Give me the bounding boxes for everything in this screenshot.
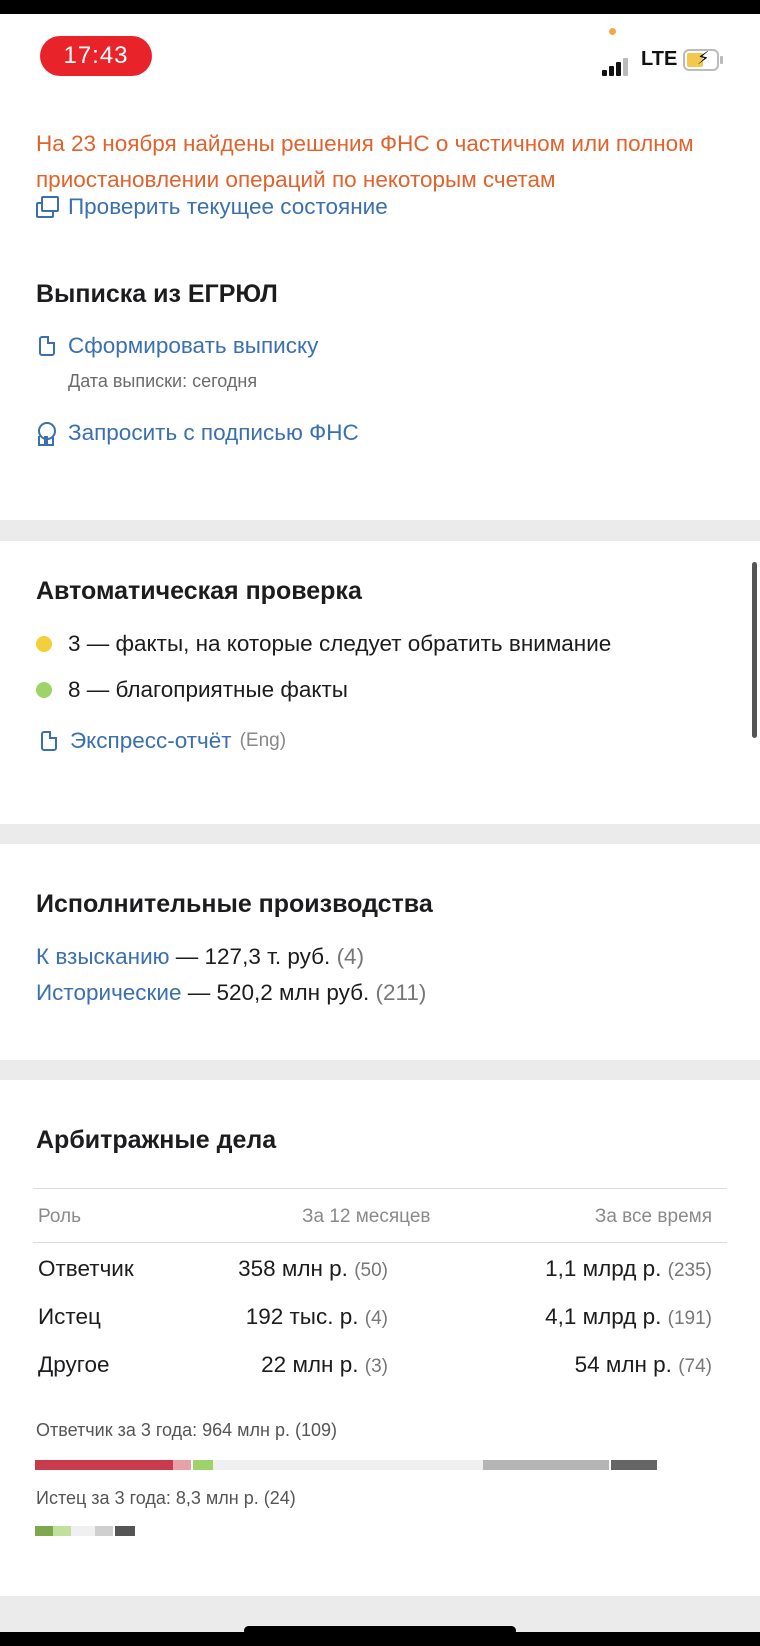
battery-tip — [720, 56, 723, 64]
defendant-all-value: 1,1 млрд р. — [545, 1256, 662, 1281]
to-recover-link[interactable]: К взысканию — [36, 944, 170, 969]
table-cell: 1,1 млрд р. (235) — [545, 1256, 712, 1282]
to-recover-count: (4) — [330, 944, 365, 969]
arbitration-card: Арбитражные дела Роль За 12 месяцев За в… — [0, 1080, 760, 1596]
status-bar: 17:43 LTE ⚡ — [0, 14, 760, 84]
plaintiff-all-value: 4,1 млрд р. — [545, 1304, 662, 1329]
attention-facts-item[interactable]: 3 — факты, на которые следует обратить в… — [36, 631, 611, 657]
plaintiff-summary: Истец за 3 года: 8,3 млн р. (24) — [36, 1488, 296, 1508]
table-divider — [33, 1242, 727, 1243]
enforcement-row: Исторические — 520,2 млн руб. (211) — [36, 980, 426, 1006]
battery-icon: ⚡ — [683, 49, 719, 71]
status-time: 17:43 — [40, 36, 152, 76]
historical-value: — 520,2 млн руб. — [181, 980, 370, 1005]
auto-check-title: Автоматическая проверка — [36, 577, 362, 605]
generate-extract-link[interactable]: Сформировать выписку — [36, 333, 318, 359]
header-all-time: За все время — [594, 1206, 712, 1227]
to-recover-value: — 127,3 т. руб. — [169, 944, 331, 969]
plaintiff-all-count: (191) — [667, 1308, 712, 1329]
yellow-dot-icon — [36, 636, 52, 652]
header-12-months: За 12 месяцев — [302, 1206, 431, 1227]
historical-link[interactable]: Исторические — [36, 980, 181, 1005]
table-cell: 54 млн р. (74) — [575, 1352, 712, 1378]
express-report-label: Экспресс-отчёт — [70, 728, 232, 753]
auto-check-card: Автоматическая проверка 3 — факты, на ко… — [0, 541, 760, 824]
table-divider — [33, 1188, 727, 1189]
request-signed-label: Запросить с подписью ФНС — [68, 420, 359, 445]
role-defendant-link[interactable]: Ответчик — [38, 1256, 134, 1282]
table-cell: 192 тыс. р. (4) — [246, 1304, 388, 1330]
defendant-all-count: (235) — [667, 1260, 712, 1281]
defendant-summary: Ответчик за 3 года: 964 млн р. (109) — [36, 1420, 338, 1440]
egrul-title: Выписка из ЕГРЮЛ — [36, 280, 278, 308]
express-report-link[interactable]: Экспресс-отчёт (Eng) — [38, 728, 286, 754]
check-status-link[interactable]: Проверить текущее состояние — [36, 194, 388, 220]
green-dot-icon — [36, 682, 52, 698]
arbitration-title: Арбитражные дела — [36, 1126, 277, 1154]
check-status-label: Проверить текущее состояние — [68, 194, 388, 219]
document-icon — [36, 335, 58, 357]
extract-date-note: Дата выписки: сегодня — [68, 371, 258, 391]
privacy-indicator-icon — [609, 28, 616, 35]
plaintiff-year-count: (4) — [364, 1308, 388, 1329]
header-role: Роль — [38, 1206, 81, 1227]
scrollbar[interactable] — [752, 562, 757, 738]
express-report-lang: (Eng) — [239, 730, 287, 751]
enforcement-title: Исполнительные производства — [36, 890, 433, 918]
plaintiff-year-value: 192 тыс. р. — [245, 1304, 359, 1329]
defendant-year-value: 358 млн р. — [238, 1256, 348, 1281]
other-all-count: (74) — [678, 1356, 712, 1377]
defendant-year-count: (50) — [354, 1260, 388, 1281]
attention-facts-text: 3 — факты, на которые следует обратить в… — [68, 631, 612, 656]
generate-extract-label: Сформировать выписку — [68, 333, 319, 358]
signal-icon — [602, 56, 636, 76]
request-signed-link[interactable]: Запросить с подписью ФНС — [36, 420, 359, 446]
fns-egrul-card: На 23 ноября найдены решения ФНС о части… — [0, 84, 760, 520]
seal-icon — [36, 422, 58, 446]
role-other-link[interactable]: Другое — [38, 1352, 110, 1378]
other-all-value: 54 млн р. — [574, 1352, 672, 1377]
other-year-value: 22 млн р. — [261, 1352, 359, 1377]
home-indicator[interactable] — [244, 1626, 516, 1632]
favorable-facts-text: 8 — благоприятные факты — [68, 677, 348, 702]
table-cell: 358 млн р. (50) — [238, 1256, 388, 1282]
screen: 17:43 LTE ⚡ На 23 ноября найдены решения… — [0, 14, 760, 1632]
network-label: LTE — [641, 48, 678, 70]
table-cell: 22 млн р. (3) — [261, 1352, 388, 1378]
role-plaintiff-link[interactable]: Истец — [38, 1304, 101, 1330]
table-cell: 4,1 млрд р. (191) — [545, 1304, 712, 1330]
document-icon — [38, 730, 60, 752]
fns-warning-text: На 23 ноября найдены решения ФНС о части… — [36, 131, 694, 192]
historical-count: (211) — [369, 980, 427, 1005]
copy-icon — [36, 196, 59, 218]
enforcement-card: Исполнительные производства К взысканию … — [0, 844, 760, 1060]
enforcement-row: К взысканию — 127,3 т. руб. (4) — [36, 944, 364, 970]
favorable-facts-item[interactable]: 8 — благоприятные факты — [36, 677, 348, 703]
other-year-count: (3) — [364, 1356, 388, 1377]
